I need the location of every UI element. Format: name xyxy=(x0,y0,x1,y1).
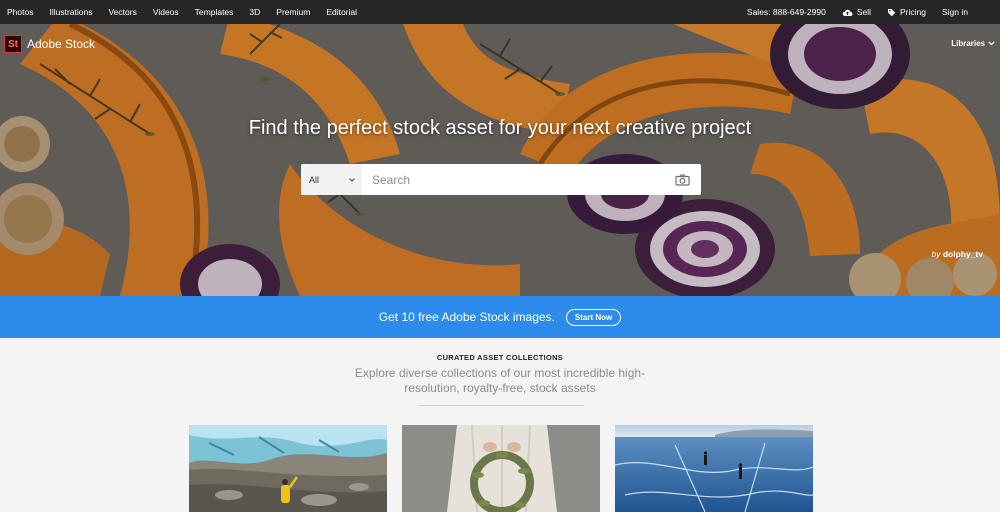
hero-headline: Find the perfect stock asset for your ne… xyxy=(248,117,752,139)
asset-type-filter[interactable]: All xyxy=(301,164,362,195)
collection-card-frozen-lake[interactable] xyxy=(615,425,813,512)
collection-card-glacier[interactable] xyxy=(189,425,387,512)
nav-item-templates[interactable]: Templates xyxy=(195,7,234,17)
credit-prefix: by xyxy=(931,249,943,259)
chevron-down-icon xyxy=(349,177,355,182)
logo-badge: St xyxy=(4,35,22,53)
nav-item-vectors[interactable]: Vectors xyxy=(108,7,136,17)
photo-credit[interactable]: by dolphy_tv xyxy=(932,249,984,259)
promo-banner: Get 10 free Adobe Stock images. Start No… xyxy=(0,296,1000,338)
collection-card-wreath[interactable] xyxy=(402,425,600,512)
hero-background-image xyxy=(0,24,1000,296)
sales-phone: Sales: 888-649-2990 xyxy=(747,7,826,17)
nav-item-photos[interactable]: Photos xyxy=(7,7,33,17)
sell-link[interactable]: Sell xyxy=(842,7,871,17)
curated-collections-subtitle: Explore diverse collections of our most … xyxy=(354,366,646,395)
collection-thumbnail-glacier xyxy=(189,425,387,512)
tag-icon xyxy=(888,8,896,16)
search-bar: All xyxy=(301,164,701,195)
signin-link[interactable]: Sign in xyxy=(942,7,968,17)
search-input[interactable] xyxy=(362,164,663,195)
account-nav: Sales: 888-649-2990 Sell Pricing Sign in xyxy=(731,0,968,24)
credit-name: dolphy_tv xyxy=(942,249,983,259)
libraries-label: Libraries xyxy=(951,39,985,48)
collection-thumbnail-wreath xyxy=(402,425,600,512)
section-divider xyxy=(418,405,584,406)
promo-text: Get 10 free Adobe Stock images. xyxy=(378,310,555,324)
nav-item-premium[interactable]: Premium xyxy=(276,7,310,17)
collection-thumbnail-frozen-lake xyxy=(615,425,813,512)
nav-item-videos[interactable]: Videos xyxy=(153,7,179,17)
pricing-link[interactable]: Pricing xyxy=(887,7,926,17)
start-now-button[interactable]: Start Now xyxy=(565,308,622,326)
logo-text: Adobe Stock xyxy=(27,37,96,51)
camera-icon xyxy=(674,173,690,186)
nav-item-illustrations[interactable]: Illustrations xyxy=(49,7,92,17)
visual-search-button[interactable] xyxy=(663,173,701,186)
curated-collections-title: CURATED ASSET COLLECTIONS xyxy=(436,353,564,362)
adobe-stock-logo[interactable]: St Adobe Stock xyxy=(4,35,95,53)
category-nav: Photos Illustrations Vectors Videos Temp… xyxy=(7,0,373,24)
chevron-down-icon xyxy=(988,41,995,46)
top-navigation: Photos Illustrations Vectors Videos Temp… xyxy=(0,0,1000,24)
nav-item-editorial[interactable]: Editorial xyxy=(326,7,357,17)
signin-label: Sign in xyxy=(942,7,968,17)
nav-item-3d[interactable]: 3D xyxy=(249,7,260,17)
hero-banner: St Adobe Stock Libraries Find the perfec… xyxy=(0,24,1000,296)
libraries-menu[interactable]: Libraries xyxy=(951,39,995,48)
cloud-upload-icon xyxy=(842,9,853,16)
filter-value: All xyxy=(309,174,320,185)
sell-label: Sell xyxy=(856,7,872,17)
pricing-label: Pricing xyxy=(900,7,926,17)
sales-phone-label: Sales: 888-649-2990 xyxy=(746,7,826,17)
